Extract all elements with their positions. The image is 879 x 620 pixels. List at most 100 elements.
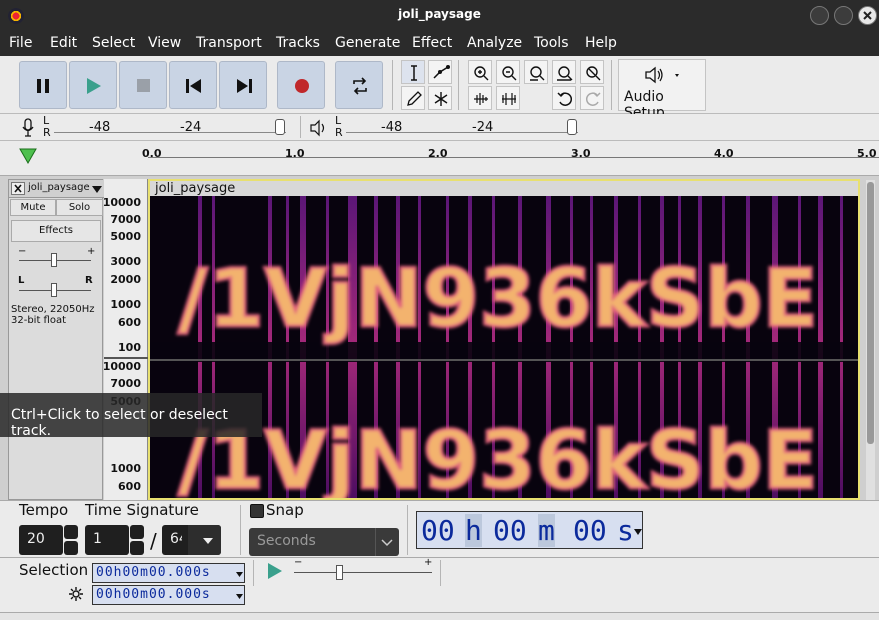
clip-name[interactable]: joli_paysage <box>150 181 858 196</box>
zoom-fit-icon <box>557 66 573 81</box>
zoom-out-button[interactable] <box>496 60 520 84</box>
redo-button[interactable] <box>580 86 604 110</box>
envelope-tool-button[interactable] <box>428 60 452 84</box>
draw-tool-button[interactable] <box>401 86 425 110</box>
loop-button[interactable] <box>335 61 383 109</box>
scale-label: 1000 <box>110 462 141 475</box>
undo-button[interactable] <box>552 86 576 110</box>
play-head-icon[interactable] <box>19 147 39 165</box>
play-button[interactable] <box>69 61 117 109</box>
effects-button[interactable]: Effects <box>11 220 101 242</box>
stop-button[interactable] <box>119 61 167 109</box>
fit-project-button[interactable] <box>552 60 576 84</box>
pause-button[interactable] <box>19 61 67 109</box>
minimize-button[interactable] <box>810 6 829 25</box>
fit-selection-button[interactable] <box>524 60 548 84</box>
snap-checkbox[interactable] <box>250 504 264 518</box>
close-button[interactable] <box>858 6 877 25</box>
loop-icon <box>353 77 367 95</box>
track-close-button[interactable] <box>11 182 25 195</box>
microphone-icon[interactable] <box>21 118 35 138</box>
time-display[interactable]: 00 h 00 m 00 s <box>416 511 643 549</box>
maximize-button[interactable] <box>834 6 853 25</box>
selection-end-time[interactable]: 00h00m00.000s <box>92 585 245 605</box>
ruler-tick: 5.0 <box>857 147 877 160</box>
numerator-up-button[interactable] <box>130 525 144 539</box>
play-speed-thumb[interactable] <box>336 565 343 580</box>
ruler-tick: 0.0 <box>142 147 162 160</box>
selection-label: Selection <box>19 561 89 579</box>
numerator-down-button[interactable] <box>130 541 144 555</box>
selection-start-time[interactable]: 00h00m00.000s <box>92 563 245 583</box>
trim-icon <box>474 93 488 105</box>
menu-effect[interactable]: Effect <box>412 35 452 51</box>
play-meter-right-label: R <box>335 126 343 139</box>
menu-generate[interactable]: Generate <box>335 35 400 51</box>
play-speed-slider[interactable] <box>294 572 432 573</box>
menu-tools[interactable]: Tools <box>534 35 569 51</box>
snap-select[interactable]: Seconds <box>249 528 399 556</box>
channel-divider <box>104 357 148 359</box>
menu-edit[interactable]: Edit <box>50 35 77 51</box>
multi-tool-button[interactable] <box>428 86 452 110</box>
scale-label: 10000 <box>102 360 141 373</box>
play-volume-slider[interactable] <box>567 119 577 135</box>
time-minutes-unit: m <box>538 514 555 547</box>
spectrogram-text-bottom: /1VjN936kSbE <box>178 414 818 498</box>
silence-audio-button[interactable] <box>496 86 520 110</box>
skip-to-start-button[interactable] <box>169 61 217 109</box>
menu-view[interactable]: View <box>148 35 181 51</box>
timeline-ruler[interactable]: 0.0 1.0 2.0 3.0 4.0 5.0 <box>0 141 879 176</box>
pan-left-label: L <box>18 275 25 286</box>
time-minutes: 00 <box>493 514 527 547</box>
track-control-panel[interactable]: joli_paysage Mute Solo Effects − + L R S… <box>8 179 104 500</box>
frequency-scale[interactable]: 10000 7000 5000 3000 2000 1000 600 100 1… <box>102 179 148 500</box>
meter-toolbar: L R -48 -24 L R -48 -24 <box>0 114 879 141</box>
menu-analyze[interactable]: Analyze <box>467 35 522 51</box>
asterisk-icon <box>434 92 448 106</box>
zoom-toggle-button[interactable] <box>580 60 604 84</box>
tempo-input[interactable]: 20 <box>19 525 63 555</box>
trim-audio-button[interactable] <box>468 86 492 110</box>
window-title: joli_paysage <box>398 7 481 21</box>
toolbar-separator <box>407 505 408 555</box>
record-button[interactable] <box>277 61 325 109</box>
track-name-menu[interactable]: joli_paysage <box>28 182 90 193</box>
speaker-icon[interactable] <box>309 119 329 137</box>
solo-button[interactable]: Solo <box>56 199 103 216</box>
tempo-up-button[interactable] <box>64 525 78 539</box>
close-icon <box>14 184 22 193</box>
audio-setup-button[interactable]: Audio Setup <box>618 59 706 121</box>
menu-select[interactable]: Select <box>92 35 135 51</box>
menu-help[interactable]: Help <box>585 35 617 51</box>
time-hours-unit: h <box>465 514 482 547</box>
vertical-scrollbar[interactable] <box>866 180 875 500</box>
selection-tool-button[interactable] <box>401 60 425 84</box>
scrollbar-thumb[interactable] <box>867 182 874 444</box>
scale-label: 1000 <box>110 298 141 311</box>
gear-icon[interactable] <box>68 586 84 602</box>
menu-file[interactable]: File <box>9 35 32 51</box>
time-signature-label: Time Signature <box>85 501 199 519</box>
time-sig-numerator-input[interactable]: 1 <box>85 525 129 555</box>
ruler-tick: 1.0 <box>285 147 305 160</box>
skip-to-end-button[interactable] <box>219 61 267 109</box>
time-signature-toolbar: Tempo 20 Time Signature 1 / 64 Snap Seco… <box>0 500 879 557</box>
zoom-in-button[interactable] <box>468 60 492 84</box>
play-at-speed-icon[interactable] <box>266 562 284 580</box>
scale-label: 600 <box>118 316 141 329</box>
pan-slider-thumb[interactable] <box>51 283 57 297</box>
silence-icon <box>502 93 516 105</box>
gain-slider-thumb[interactable] <box>51 253 57 267</box>
spectrogram-view[interactable]: joli_paysage /1VjN936kSbE /1VjN936kSbE <box>148 179 860 500</box>
pan-right-label: R <box>85 275 93 286</box>
mute-button[interactable]: Mute <box>10 199 56 216</box>
tempo-down-button[interactable] <box>64 541 78 555</box>
menu-transport[interactable]: Transport <box>196 35 262 51</box>
gain-minus-icon: − <box>18 246 27 257</box>
scale-label: 7000 <box>110 377 141 390</box>
track-bitdepth-label: 32-bit float <box>11 315 67 326</box>
time-sig-denominator-select[interactable]: 64 <box>162 525 221 555</box>
record-volume-slider[interactable] <box>275 119 285 135</box>
menu-tracks[interactable]: Tracks <box>276 35 320 51</box>
